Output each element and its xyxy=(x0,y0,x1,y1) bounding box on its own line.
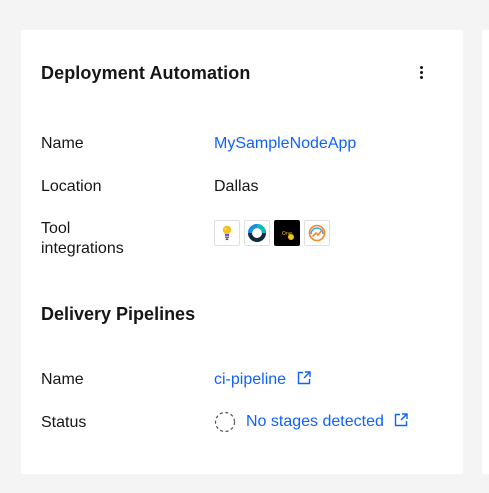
pending-status-icon xyxy=(214,411,236,433)
location-value: Dallas xyxy=(214,178,259,195)
status-text: No stages detected xyxy=(246,413,384,430)
tool-integrations-label-line1: Tool xyxy=(41,220,71,237)
status-label: Status xyxy=(41,414,87,431)
onedark-icon: One xyxy=(277,230,297,240)
pipeline-name-link[interactable]: ci-pipeline xyxy=(214,370,311,390)
status-link[interactable]: No stages detected xyxy=(246,412,409,432)
overflow-menu-button[interactable] xyxy=(413,60,431,86)
name-label: Name xyxy=(41,135,84,152)
deployment-automation-card: Deployment Automation Name MySampleNodeA… xyxy=(21,30,463,474)
pipeline-name-text: ci-pipeline xyxy=(214,371,287,388)
page: Deployment Automation Name MySampleNodeA… xyxy=(0,0,489,493)
tool-integrations-label: Tool integrations xyxy=(41,219,124,259)
tool-integrations-list: One xyxy=(214,220,330,248)
pipeline-name-label: Name xyxy=(41,371,84,388)
delivery-pipelines-title: Delivery Pipelines xyxy=(41,304,196,324)
adjacent-card-edge xyxy=(482,30,489,474)
tool-integration-lightbulb[interactable] xyxy=(214,220,240,246)
status-value: No stages detected xyxy=(214,411,409,433)
app-name-link[interactable]: MySampleNodeApp xyxy=(214,134,356,154)
card-title: Deployment Automation xyxy=(41,63,251,83)
launch-icon xyxy=(395,413,409,427)
tool-integrations-label-line2: integrations xyxy=(41,240,124,257)
location-label: Location xyxy=(41,178,102,195)
lightbulb-icon xyxy=(222,225,232,241)
tool-integration-gauge[interactable] xyxy=(304,220,330,246)
ring-icon xyxy=(248,224,266,242)
tool-integration-ring[interactable] xyxy=(244,220,270,246)
tool-integration-onedark[interactable]: One xyxy=(274,220,300,246)
gauge-icon xyxy=(308,224,326,242)
launch-icon xyxy=(297,371,311,385)
